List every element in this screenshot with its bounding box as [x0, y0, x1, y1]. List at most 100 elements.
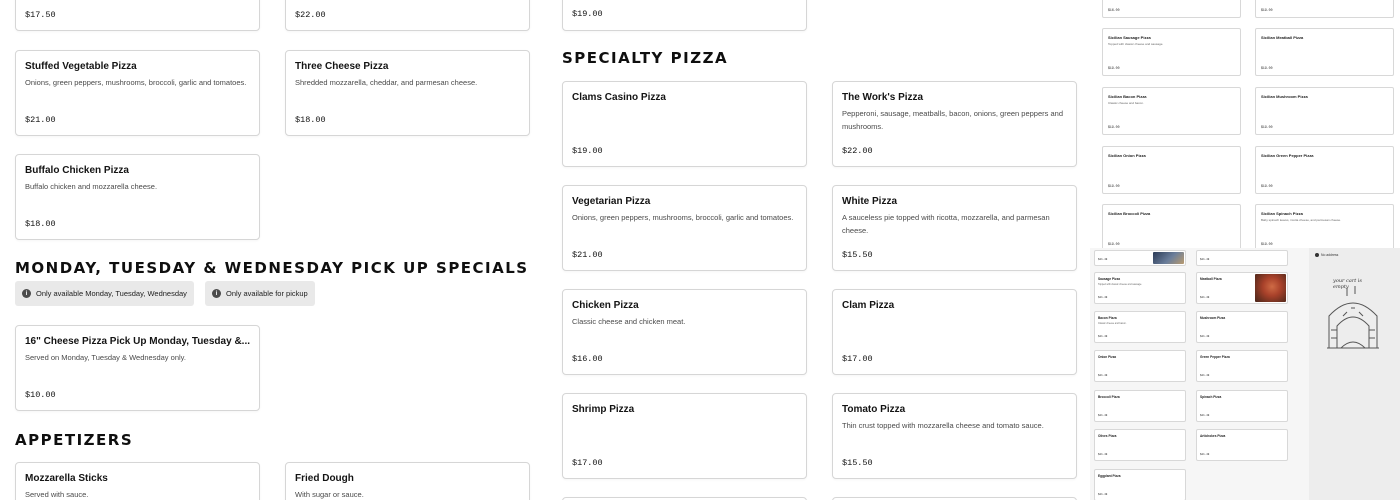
preview-title: Sicilian Onion Pizza — [1108, 153, 1146, 158]
preview-price: $19.00 — [1108, 242, 1120, 246]
menu-item-card[interactable]: Buffalo Chicken Pizza Buffalo chicken an… — [15, 154, 260, 240]
preview-price: $21.49 — [1200, 335, 1210, 338]
preview-desc: Topped with classic cheese and sausage. — [1098, 283, 1142, 286]
preview-card[interactable]: Bacon Pizza Classic cheese and bacon. $2… — [1094, 311, 1186, 343]
menu-item-card[interactable]: Vegetarian Pizza Onions, green peppers, … — [562, 185, 807, 271]
preview-card[interactable]: Sicilian Onion Pizza $19.00 — [1102, 146, 1241, 194]
preview-title: Olives Pizza — [1098, 434, 1117, 438]
menu-item-description: Thin crust topped with mozzarella cheese… — [842, 421, 1044, 430]
preview-desc: Classic cheese and bacon. — [1098, 322, 1127, 325]
preview-card[interactable]: Sausage Pizza Topped with classic cheese… — [1094, 272, 1186, 304]
preview-card[interactable]: Sicilian Bacon Pizza Classic cheese and … — [1102, 87, 1241, 135]
preview-card[interactable]: Sicilian Green Pepper Pizza $19.00 — [1255, 146, 1394, 194]
menu-item-price: $16.00 — [572, 354, 603, 364]
location-pin-icon — [1315, 253, 1319, 257]
menu-item-description: Served on Monday, Tuesday & Wednesday on… — [25, 353, 186, 362]
cart-panel: No address your cart is empty — [1309, 248, 1400, 500]
preview-title: Bacon Pizza — [1098, 316, 1117, 320]
menu-item-title: Clam Pizza — [842, 300, 895, 311]
preview-title: Sicilian Mushroom Pizza — [1261, 94, 1308, 99]
preview-title: Onion Pizza — [1098, 355, 1117, 359]
menu-item-card[interactable]: Clam Pizza $17.00 — [832, 289, 1077, 375]
preview-card[interactable]: Artichokes Pizza $21.49 — [1196, 429, 1288, 461]
preview-card[interactable]: Onion Pizza $21.49 — [1094, 350, 1186, 382]
preview-desc: Classic cheese and bacon. — [1108, 101, 1144, 105]
menu-item-card[interactable]: 16" Cheese Pizza Pick Up Monday, Tuesday… — [15, 325, 260, 411]
section-heading-specials: monday, tuesday & wednesday pick up spec… — [15, 259, 529, 277]
cart-header: No address — [1309, 248, 1400, 262]
preview-title: Broccoli Pizza — [1098, 395, 1120, 399]
menu-item-price: $19.00 — [572, 9, 603, 19]
preview-price: $21.49 — [1098, 335, 1108, 338]
menu-item-description: Pepperoni, sausage, meatballs, bacon, on… — [842, 109, 1063, 131]
preview-price: $19.00 — [1261, 66, 1273, 70]
menu-item-card[interactable]: White Pizza A sauceless pie topped with … — [832, 185, 1077, 271]
menu-item-description: Onions, green peppers, mushrooms, brocco… — [572, 213, 794, 222]
preview-price: $19.00 — [1261, 184, 1273, 188]
menu-item-description: Shredded mozzarella, cheddar, and parmes… — [295, 78, 478, 87]
menu-item-title: Stuffed Vegetable Pizza — [25, 61, 137, 72]
preview-card[interactable]: $21.49 — [1196, 250, 1288, 266]
preview-card[interactable]: Broccoli Pizza $21.49 — [1094, 390, 1186, 422]
preview-card[interactable]: $19.00 — [1255, 0, 1394, 18]
menu-item-card[interactable]: Clams Casino Pizza $19.00 — [562, 81, 807, 167]
preview-price: $19.00 — [1108, 125, 1120, 129]
menu-item-card[interactable]: The Work's Pizza Pepperoni, sausage, mea… — [832, 81, 1077, 167]
preview-price: $21.49 — [1098, 414, 1108, 417]
menu-item-title: Clams Casino Pizza — [572, 92, 666, 103]
preview-title: Sicilian Broccoli Pizza — [1108, 211, 1151, 216]
menu-item-card[interactable]: Mozzarella Sticks Served with sauce. — [15, 462, 260, 500]
menu-item-title: Mozzarella Sticks — [25, 473, 108, 484]
menu-item-price: $17.50 — [25, 10, 56, 20]
preview-card[interactable]: $16.00 — [1102, 0, 1241, 18]
menu-item-card[interactable]: $22.00 — [285, 0, 530, 31]
preview-card[interactable]: Sicilian Mushroom Pizza $19.00 — [1255, 87, 1394, 135]
menu-item-title: 16" Cheese Pizza Pick Up Monday, Tuesday… — [25, 336, 250, 347]
preview-card[interactable]: Sicilian Sausage Pizza Topped with class… — [1102, 28, 1241, 76]
menu-item-card[interactable]: $19.00 — [562, 0, 807, 31]
menu-item-card[interactable]: Three Cheese Pizza Shredded mozzarella, … — [285, 50, 530, 136]
preview-card[interactable]: Meatball Pizza $21.49 — [1196, 272, 1288, 304]
preview-price: $21.49 — [1098, 453, 1108, 456]
preview-card[interactable]: Sicilian Meatball Pizza $19.00 — [1255, 28, 1394, 76]
preview-price: $21.49 — [1200, 258, 1210, 261]
menu-item-card[interactable]: Shrimp Pizza $17.00 — [562, 393, 807, 479]
delivery-address[interactable]: No address — [1321, 253, 1338, 257]
preview-card[interactable]: Green Pepper Pizza $21.49 — [1196, 350, 1288, 382]
preview-card[interactable]: $21.49 — [1094, 250, 1186, 266]
preview-price: $19.00 — [1108, 66, 1120, 70]
menu-item-title: Vegetarian Pizza — [572, 196, 651, 207]
pickup-badge: i Only available for pickup — [205, 281, 315, 306]
menu-item-price: $17.00 — [842, 354, 873, 364]
pizza-thumbnail — [1153, 252, 1184, 264]
preview-card[interactable]: Olives Pizza $21.49 — [1094, 429, 1186, 461]
menu-item-title: The Work's Pizza — [842, 92, 924, 103]
preview-price: $19.00 — [1261, 242, 1273, 246]
preview-card[interactable]: Eggplant Pizza $21.49 — [1094, 469, 1186, 500]
menu-item-description: Buffalo chicken and mozzarella cheese. — [25, 182, 158, 191]
menu-item-price: $10.00 — [25, 390, 56, 400]
menu-item-card[interactable]: Fried Dough With sugar or sauce. — [285, 462, 530, 500]
menu-item-description: Classic cheese and chicken meat. — [572, 317, 686, 326]
preview-card[interactable]: Sicilian Broccoli Pizza $19.00 — [1102, 204, 1241, 252]
menu-item-card[interactable]: Chicken Pizza Classic cheese and chicken… — [562, 289, 807, 375]
menu-item-title: Shrimp Pizza — [572, 404, 635, 415]
preview-title: Artichokes Pizza — [1200, 434, 1226, 438]
menu-item-price: $22.00 — [295, 10, 326, 20]
preview-card[interactable]: Mushroom Pizza $21.49 — [1196, 311, 1288, 343]
preview-title: Sicilian Meatball Pizza — [1261, 35, 1304, 40]
menu-item-description: A sauceless pie topped with ricotta, moz… — [842, 213, 1050, 235]
menu-item-card[interactable]: Tomato Pizza Thin crust topped with mozz… — [832, 393, 1077, 479]
menu-item-price: $21.00 — [572, 250, 603, 260]
preview-title: Green Pepper Pizza — [1200, 355, 1230, 359]
menu-item-price: $22.00 — [842, 146, 873, 156]
preview-title: Sicilian Green Pepper Pizza — [1261, 153, 1314, 158]
preview-price: $21.49 — [1098, 296, 1108, 299]
menu-item-card[interactable]: Stuffed Vegetable Pizza Onions, green pe… — [15, 50, 260, 136]
preview-card[interactable]: Sicilian Spinach Pizza Baby spinach leav… — [1255, 204, 1394, 252]
preview-card[interactable]: Spinach Pizza $21.49 — [1196, 390, 1288, 422]
menu-item-card[interactable]: $17.50 — [15, 0, 260, 31]
pizza-thumbnail — [1255, 274, 1286, 302]
preview-title: Eggplant Pizza — [1098, 474, 1121, 478]
preview-price: $19.00 — [1108, 184, 1120, 188]
